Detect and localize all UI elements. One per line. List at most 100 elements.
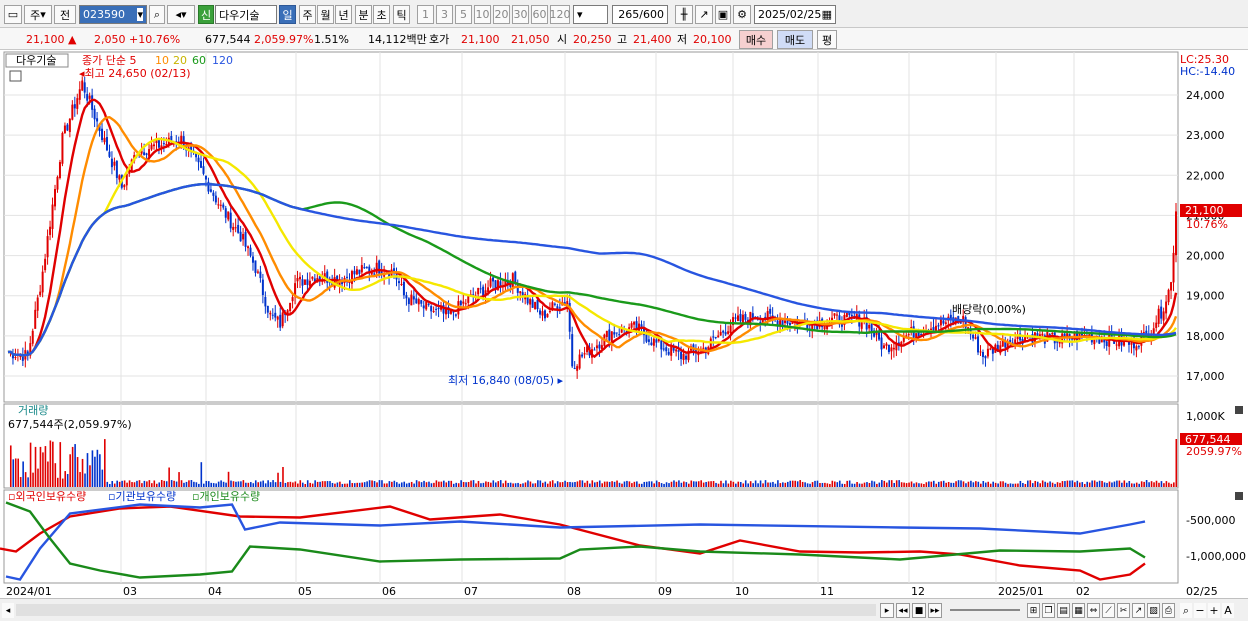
candle-body [279, 314, 282, 328]
interval-tab-5[interactable]: 5 [455, 5, 472, 24]
volume-bar [1153, 482, 1155, 487]
interval-tab-60[interactable]: 60 [531, 5, 548, 24]
compress-icon[interactable]: ⇔ [1087, 603, 1100, 618]
interval-select[interactable]: ▾ [573, 5, 608, 24]
magnify-icon[interactable]: ⌕ [1180, 603, 1192, 618]
interval-tab-1[interactable]: 1 [417, 5, 434, 24]
volume-bar [383, 483, 386, 487]
period-tab-3[interactable]: 년 [335, 5, 352, 24]
scroll-left-icon[interactable]: ◂ [2, 603, 14, 618]
volume-bar [76, 457, 79, 487]
candle-icon[interactable]: ╫ [675, 5, 693, 24]
volume-bar [405, 483, 408, 487]
volume-bar [250, 482, 252, 487]
period-tab-1[interactable]: 주 [299, 5, 316, 24]
chart-type-icon[interactable]: ▭ [4, 5, 22, 24]
gear-icon[interactable]: ⚙ [733, 5, 751, 24]
horizontal-scrollbar[interactable] [16, 604, 876, 616]
interval-tab-30[interactable]: 30 [512, 5, 529, 24]
period-tab-6[interactable]: 틱 [393, 5, 410, 24]
volume-bar [692, 481, 695, 487]
candle-body [1165, 301, 1168, 314]
count-input[interactable]: 265/600 [612, 5, 668, 24]
volume-bar [975, 481, 977, 487]
chart-area[interactable]: 24,00023,00022,00021,00020,00019,00018,0… [0, 50, 1248, 598]
line-icon[interactable]: ⟋ [1102, 603, 1115, 618]
arrow-icon[interactable]: ↗ [1132, 603, 1145, 618]
period-tab-5[interactable]: 초 [373, 5, 390, 24]
avg-button[interactable]: 평 [817, 30, 837, 49]
print-icon[interactable]: ⎙ [1162, 603, 1175, 618]
zoom-in-icon[interactable]: + [1208, 603, 1220, 618]
save-icon[interactable]: ▣ [715, 5, 731, 24]
volume-bar [616, 480, 618, 487]
volume-bar [514, 483, 517, 487]
volume-bar [499, 480, 502, 487]
volume-info: 677,544 2,059.97% [205, 31, 313, 47]
candle-body [150, 144, 153, 150]
stock-name-field[interactable]: 다우기술 [215, 5, 277, 24]
period-tab-0[interactable]: 일 [279, 5, 296, 24]
volume-bar [932, 480, 935, 487]
period-tab-2[interactable]: 월 [317, 5, 334, 24]
price-ytick: 23,000 [1186, 129, 1225, 142]
volume-bar [1140, 481, 1143, 487]
volume-bar [151, 483, 153, 487]
volume-bar [400, 482, 403, 487]
candle-body [373, 273, 376, 275]
interval-tab-3[interactable]: 3 [436, 5, 453, 24]
volume-bar [752, 483, 754, 487]
bottom-bar: ◂ ▸ ◂◂ ■ ▸▸ ⊞ ❐ ▤ ▦ ⇔ ⟋ ✂ ↗ ▨ ⎙ ⌕ − + A [0, 598, 1248, 621]
period-type-select[interactable]: 주 ▾ [24, 5, 52, 24]
zoom-slider[interactable] [950, 609, 1020, 611]
draw-tool-icon[interactable]: ↗ [695, 5, 713, 24]
holders-panel-frame [3, 489, 1179, 584]
table-icon[interactable]: ▦ [1072, 603, 1085, 618]
candle-body [363, 267, 366, 269]
copy-icon[interactable]: ❐ [1042, 603, 1055, 618]
volume-bar [834, 481, 836, 487]
volume-bar [767, 482, 769, 487]
buy-button[interactable]: 매수 [739, 30, 773, 49]
fast-forward-icon[interactable]: ▸▸ [928, 603, 942, 618]
date-input[interactable]: 2025/02/25 ▦ [754, 5, 836, 24]
volume-bar [485, 481, 487, 487]
interval-tab-20[interactable]: 20 [493, 5, 510, 24]
stop-icon[interactable]: ■ [912, 603, 926, 618]
stock-code-input[interactable]: 023590 ▾ [79, 5, 147, 24]
candle-body [682, 353, 685, 361]
candle-body [39, 291, 42, 296]
zoom-out-icon[interactable]: − [1194, 603, 1206, 618]
volume-ytick: 1,000K [1186, 410, 1225, 423]
play-forward-icon[interactable]: ▸ [880, 603, 894, 618]
period-tab-4[interactable]: 분 [355, 5, 372, 24]
volume-bar [831, 480, 834, 487]
rewind-icon[interactable]: ◂◂ [896, 603, 910, 618]
volume-bar [1143, 481, 1145, 487]
candle-body [407, 298, 410, 305]
candle-body [529, 299, 532, 305]
candle-body [311, 276, 314, 279]
volume-bar [628, 481, 631, 487]
layout-icon[interactable]: ⊞ [1027, 603, 1040, 618]
volume-bar [504, 480, 507, 487]
interval-tab-120[interactable]: 120 [550, 5, 571, 24]
candle-body [71, 104, 74, 120]
interval-tab-10[interactable]: 10 [474, 5, 491, 24]
grid-icon[interactable]: ▤ [1057, 603, 1070, 618]
image-icon[interactable]: ▨ [1147, 603, 1160, 618]
candle-body [81, 80, 84, 91]
volume-bar [673, 480, 675, 487]
volume-bar [732, 481, 735, 487]
volume-bar [141, 483, 143, 487]
compare-button[interactable]: 전 [54, 5, 76, 24]
sound-icon[interactable]: ◂▾ [167, 5, 195, 24]
volume-bar [539, 480, 542, 487]
cut-icon[interactable]: ✂ [1117, 603, 1130, 618]
price-value: 21,100 [26, 32, 65, 46]
candle-body [845, 312, 848, 317]
search-icon[interactable]: ⌕ [149, 5, 165, 24]
candle-body [400, 283, 403, 285]
font-size-icon[interactable]: A [1222, 603, 1234, 618]
sell-button[interactable]: 매도 [777, 30, 813, 49]
